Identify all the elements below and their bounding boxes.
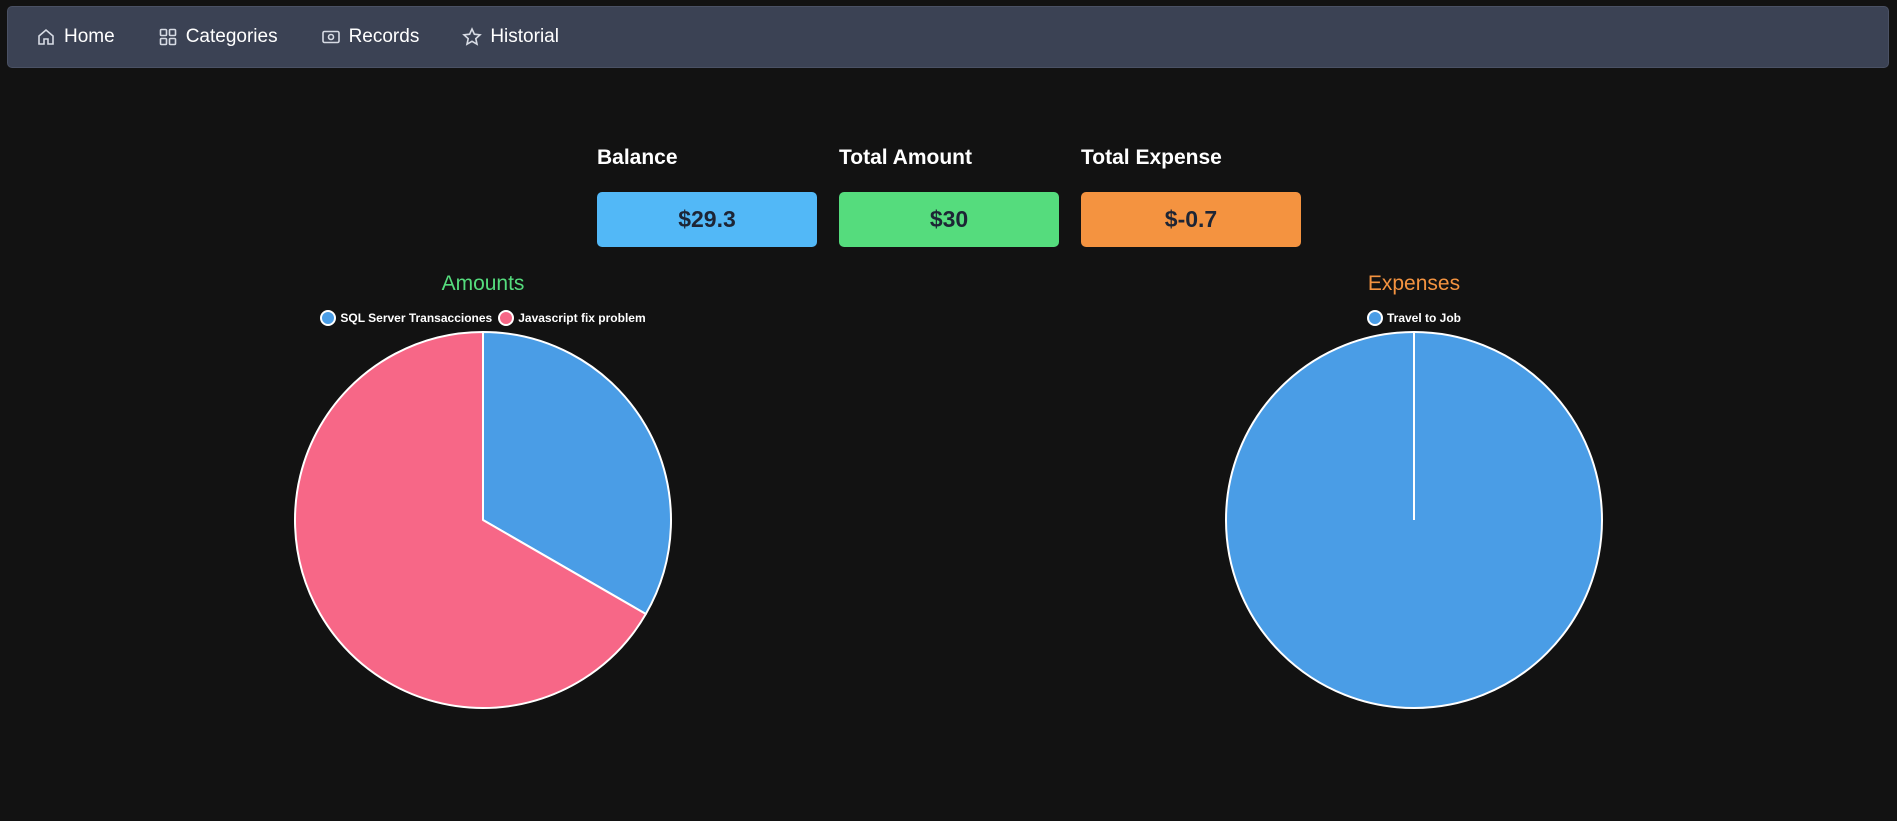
nav-label-categories: Categories <box>185 26 278 47</box>
amounts-chart-title: Amounts <box>441 272 525 295</box>
nav-label-home: Home <box>64 26 115 47</box>
total-amount-card: Total Amount $30 <box>839 146 1059 247</box>
expenses-legend: Travel to Job <box>1204 306 1624 330</box>
legend-swatch <box>320 310 337 326</box>
total-amount-title: Total Amount <box>839 146 972 169</box>
balance-value: $29.3 <box>597 192 817 247</box>
legend-swatch <box>498 310 515 326</box>
legend-label: Travel to Job <box>1386 311 1462 325</box>
nav-item-records[interactable]: Records <box>321 26 420 48</box>
summary-cards: Balance $29.3 Total Amount $30 Total Exp… <box>597 146 1323 247</box>
amounts-legend: SQL Server Transacciones Javascript fix p… <box>273 306 693 330</box>
nav-item-historial[interactable]: Historial <box>462 26 559 48</box>
total-expense-card: Total Expense $-0.7 <box>1081 146 1301 247</box>
legend-item[interactable]: SQL Server Transacciones <box>320 310 492 326</box>
amounts-pie <box>294 331 672 709</box>
balance-card: Balance $29.3 <box>597 146 817 247</box>
legend-item[interactable]: Travel to Job <box>1366 310 1462 326</box>
expenses-chart: Expenses Travel to Job <box>1204 270 1624 710</box>
grid-icon <box>159 28 176 46</box>
top-navbar: Home Categories Records Historial <box>7 6 1889 68</box>
legend-swatch <box>1366 310 1383 326</box>
pie-slice[interactable] <box>1225 331 1603 709</box>
balance-title: Balance <box>597 146 678 169</box>
nav-item-categories[interactable]: Categories <box>158 26 278 48</box>
nav-item-home[interactable]: Home <box>36 26 115 48</box>
legend-item[interactable]: Javascript fix problem <box>498 310 646 326</box>
legend-label: Javascript fix problem <box>518 311 646 325</box>
expenses-pie <box>1225 331 1603 709</box>
nav-label-records: Records <box>348 26 420 47</box>
star-icon <box>462 27 483 46</box>
total-expense-value: $-0.7 <box>1081 192 1301 247</box>
legend-label: SQL Server Transacciones <box>340 311 493 325</box>
total-amount-value: $30 <box>839 192 1059 247</box>
expenses-chart-title: Expenses <box>1367 272 1461 295</box>
amounts-chart: Amounts SQL Server Transacciones Javascri… <box>273 270 693 710</box>
home-icon <box>38 28 54 45</box>
total-expense-title: Total Expense <box>1081 146 1222 169</box>
nav-label-historial: Historial <box>490 26 559 47</box>
money-icon <box>321 30 340 44</box>
